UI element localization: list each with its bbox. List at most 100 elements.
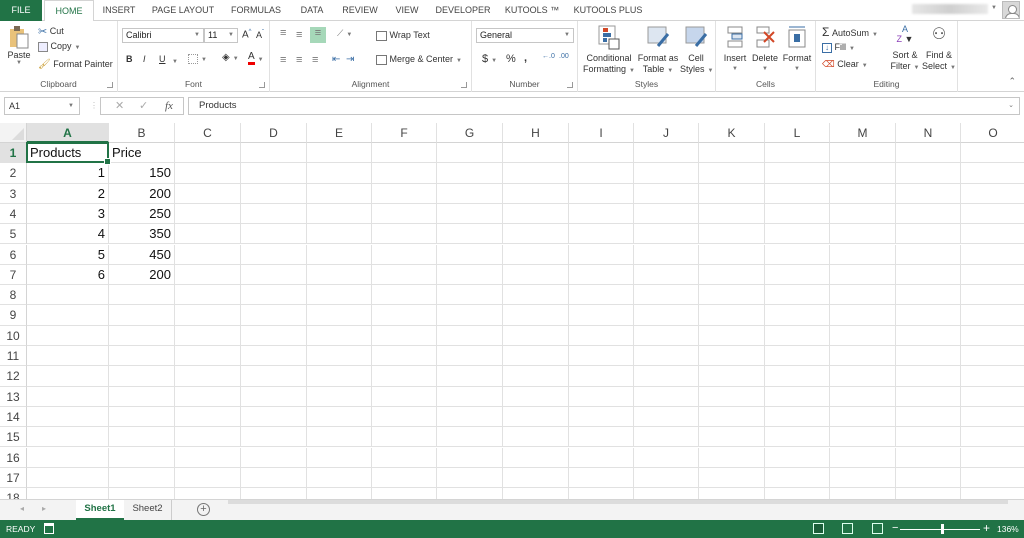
cell-b17[interactable] — [109, 467, 175, 489]
cell-e6[interactable] — [307, 244, 372, 265]
cell-n8[interactable] — [896, 285, 961, 306]
cell-j15[interactable] — [634, 427, 699, 448]
cell-b1[interactable]: Price — [109, 143, 175, 164]
cell-h5[interactable] — [503, 224, 569, 245]
cell-n7[interactable] — [896, 264, 961, 286]
cell-n6[interactable] — [896, 244, 961, 265]
cell-f6[interactable] — [372, 244, 437, 265]
cell-j7[interactable] — [634, 264, 699, 286]
fill-button[interactable]: ↓ Fill ▼ — [822, 42, 855, 53]
cell-a2[interactable]: 1 — [27, 163, 109, 184]
find-select-button[interactable]: ⚇ Find & Select ▼ — [922, 24, 956, 74]
cell-f12[interactable] — [372, 366, 437, 387]
cell-g15[interactable] — [437, 427, 503, 448]
decrease-decimal-button[interactable]: .00 — [559, 53, 569, 60]
cell-o7[interactable] — [961, 265, 1024, 286]
cell-a10[interactable] — [27, 325, 109, 346]
cell-e15[interactable] — [307, 427, 372, 448]
cell-o8[interactable] — [961, 285, 1024, 306]
cell-n17[interactable] — [896, 467, 961, 489]
tab-review[interactable]: REVIEW — [338, 0, 382, 21]
cell-m10[interactable] — [830, 325, 896, 346]
cell-l14[interactable] — [765, 406, 830, 428]
cell-j11[interactable] — [634, 346, 699, 367]
cell-o16[interactable] — [961, 448, 1024, 468]
align-left-button[interactable]: ≡ — [280, 54, 286, 66]
cell-g11[interactable] — [437, 346, 503, 367]
cell-l12[interactable] — [765, 366, 830, 387]
cell-n16[interactable] — [896, 447, 961, 468]
cell-a8[interactable] — [27, 285, 109, 306]
cell-h4[interactable] — [503, 203, 569, 225]
cell-c14[interactable] — [175, 406, 241, 428]
cell-j16[interactable] — [634, 447, 699, 468]
column-header-m[interactable]: M — [830, 123, 896, 143]
cell-o9[interactable] — [961, 305, 1024, 326]
cell-o10[interactable] — [961, 326, 1024, 346]
cell-c3[interactable] — [175, 183, 241, 204]
cell-c1[interactable] — [175, 143, 241, 164]
cell-i14[interactable] — [569, 406, 634, 428]
tab-view[interactable]: VIEW — [390, 0, 424, 21]
cell-d9[interactable] — [241, 305, 307, 326]
row-header-9[interactable]: 9 — [0, 305, 27, 326]
cell-e9[interactable] — [307, 305, 372, 326]
cell-g13[interactable] — [437, 386, 503, 407]
cell-h9[interactable] — [503, 305, 569, 326]
italic-button[interactable]: I — [143, 54, 146, 64]
cell-n5[interactable] — [896, 224, 961, 245]
cell-l5[interactable] — [765, 224, 830, 245]
cell-c12[interactable] — [175, 366, 241, 387]
dialog-launcher-icon[interactable] — [567, 82, 573, 88]
cell-a14[interactable] — [27, 406, 109, 428]
cell-e5[interactable] — [307, 224, 372, 245]
bottom-align-button[interactable]: ≡ — [310, 27, 326, 43]
cell-j6[interactable] — [634, 244, 699, 265]
cell-d11[interactable] — [241, 346, 307, 367]
cell-o15[interactable] — [961, 427, 1024, 448]
cell-d6[interactable] — [241, 244, 307, 265]
insert-cells-button[interactable]: Insert ▼ — [720, 24, 750, 75]
cancel-icon[interactable]: ✕ — [115, 98, 124, 114]
cell-m1[interactable] — [830, 143, 896, 164]
format-as-table-button[interactable]: Format as Table ▼ — [636, 24, 680, 77]
cell-h2[interactable] — [503, 163, 569, 184]
cell-o12[interactable] — [961, 366, 1024, 387]
cell-n14[interactable] — [896, 406, 961, 428]
cell-o5[interactable] — [961, 224, 1024, 245]
cell-f16[interactable] — [372, 447, 437, 468]
row-header-13[interactable]: 13 — [0, 386, 27, 407]
cell-f18[interactable] — [372, 488, 437, 499]
cell-m15[interactable] — [830, 427, 896, 448]
autosum-button[interactable]: Σ AutoSum ▼ — [822, 25, 878, 39]
cell-n18[interactable] — [896, 488, 961, 499]
cell-l6[interactable] — [765, 244, 830, 265]
cell-j8[interactable] — [634, 285, 699, 306]
chevron-down-icon[interactable]: ▼ — [991, 5, 997, 11]
cell-b3[interactable]: 200 — [109, 183, 175, 204]
cell-g8[interactable] — [437, 285, 503, 306]
tab-kutools[interactable]: KUTOOLS ™ — [502, 0, 562, 21]
row-header-15[interactable]: 15 — [0, 427, 27, 448]
cell-k14[interactable] — [699, 406, 765, 428]
cell-b13[interactable] — [109, 386, 175, 407]
name-box[interactable]: A1 ▼ — [4, 97, 80, 115]
cell-a7[interactable]: 6 — [27, 264, 109, 286]
cell-f3[interactable] — [372, 183, 437, 204]
cell-h8[interactable] — [503, 285, 569, 306]
column-header-h[interactable]: H — [503, 123, 569, 143]
clear-button[interactable]: ⌫ Clear ▼ — [822, 59, 868, 70]
tab-data[interactable]: DATA — [294, 0, 330, 21]
row-header-2[interactable]: 2 — [0, 163, 27, 184]
row-header-12[interactable]: 12 — [0, 366, 27, 387]
cell-a15[interactable] — [27, 427, 109, 448]
cell-e4[interactable] — [307, 203, 372, 225]
cell-g14[interactable] — [437, 406, 503, 428]
cell-b10[interactable] — [109, 325, 175, 346]
cell-m18[interactable] — [830, 488, 896, 499]
tab-formulas[interactable]: FORMULAS — [226, 0, 286, 21]
cell-f17[interactable] — [372, 467, 437, 489]
row-header-8[interactable]: 8 — [0, 285, 27, 306]
cell-b14[interactable] — [109, 406, 175, 428]
cell-j5[interactable] — [634, 224, 699, 245]
